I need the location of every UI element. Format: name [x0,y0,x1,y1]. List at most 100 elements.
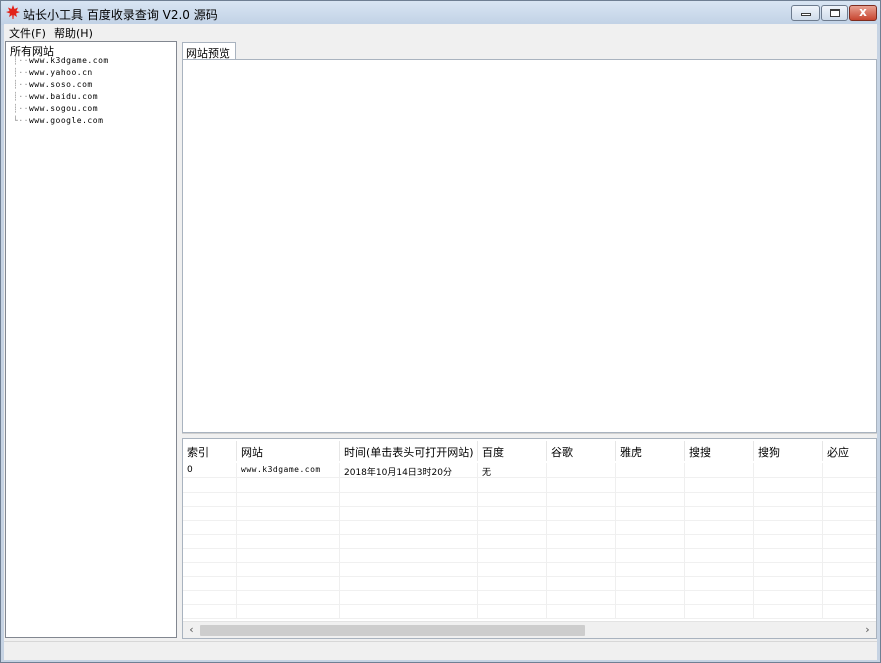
empty-cell [547,534,616,548]
column-header-baidu[interactable]: 百度 [478,441,547,461]
empty-table-row [183,534,876,549]
maximize-button[interactable] [821,5,848,21]
column-header-soso[interactable]: 搜搜 [685,441,754,461]
empty-cell [478,576,547,590]
column-header-site[interactable]: 网站 [237,441,340,461]
empty-cell [340,576,478,590]
red-maple-leaf-icon [6,5,20,19]
empty-cell [478,548,547,562]
table-header: 索引 网站 时间(单击表头可打开网站) 百度 谷歌 雅虎 搜搜 搜狗 必应 [183,441,876,461]
client-area: 文件(F) 帮助(H) 所有网站 ┊··www.k3dgame.com ┊··w… [4,24,877,660]
site-preview-pane[interactable] [182,59,877,433]
results-table[interactable]: 索引 网站 时间(单击表头可打开网站) 百度 谷歌 雅虎 搜搜 搜狗 必应 0 … [182,438,877,639]
tree-connector: ┊·· [13,104,29,113]
empty-cell [685,548,754,562]
menu-help[interactable]: 帮助(H) [54,25,93,41]
empty-table-row [183,604,876,619]
cell-index: 0 [183,463,237,477]
column-header-yahoo[interactable]: 雅虎 [616,441,685,461]
column-header-index[interactable]: 索引 [183,441,237,461]
empty-cell [183,590,237,604]
empty-cell [616,548,685,562]
tab-site-preview[interactable]: 网站预览 [182,42,236,60]
window-title: 站长小工具 百度收录查询 V2.0 源码 [23,8,218,22]
empty-table-row [183,506,876,521]
empty-cell [237,604,340,618]
column-header-time[interactable]: 时间(单击表头可打开网站) [340,441,478,461]
empty-cell [340,548,478,562]
scroll-right-arrow-icon[interactable]: › [859,622,876,638]
empty-cell [478,478,547,492]
site-tree[interactable]: 所有网站 ┊··www.k3dgame.com ┊··www.yahoo.cn … [5,41,177,638]
empty-cell [340,534,478,548]
empty-cell [183,506,237,520]
empty-cell [183,478,237,492]
tree-node-label: www.soso.com [28,80,93,89]
column-header-google[interactable]: 谷歌 [547,441,616,461]
tree-node[interactable]: ┊··www.baidu.com [13,92,98,101]
cell-site: www.k3dgame.com [237,463,340,477]
empty-cell [547,576,616,590]
tree-node[interactable]: └··www.google.com [13,116,103,125]
menu-bar: 文件(F) 帮助(H) [4,24,877,40]
tree-node[interactable]: ┊··www.sogou.com [13,104,98,113]
empty-cell [754,590,823,604]
empty-table-row [183,562,876,577]
empty-cell [616,506,685,520]
tree-node-label: www.baidu.com [28,92,99,101]
empty-cell [340,520,478,534]
tree-node[interactable]: ┊··www.soso.com [13,80,93,89]
minimize-button[interactable] [791,5,820,21]
empty-cell [237,562,340,576]
empty-cell [823,548,876,562]
empty-cell [237,520,340,534]
empty-cell [823,604,876,618]
empty-cell [616,604,685,618]
empty-cell [547,590,616,604]
empty-cell [685,506,754,520]
horizontal-scrollbar[interactable]: ‹ › [183,621,876,638]
tree-connector: ┊·· [13,92,29,101]
empty-cell [754,562,823,576]
empty-cell [547,506,616,520]
scroll-thumb[interactable] [200,625,585,636]
empty-table-row [183,590,876,605]
tree-node[interactable]: ┊··www.k3dgame.com [13,56,109,65]
close-button[interactable]: x [849,5,877,21]
empty-cell [183,492,237,506]
tree-node[interactable]: ┊··www.yahoo.cn [13,68,93,77]
title-bar[interactable]: 站长小工具 百度收录查询 V2.0 源码 x [1,1,880,25]
empty-cell [237,548,340,562]
cell-yahoo [616,463,685,477]
empty-table-row [183,492,876,507]
empty-cell [183,562,237,576]
tree-node-label: www.yahoo.cn [28,68,93,77]
empty-cell [754,492,823,506]
column-header-bing[interactable]: 必应 [823,441,876,461]
table-row[interactable]: 0 www.k3dgame.com 2018年10月14日3时20分 无 [183,463,876,478]
empty-cell [340,506,478,520]
empty-cell [478,604,547,618]
empty-cell [754,506,823,520]
empty-cell [616,520,685,534]
empty-cell [478,520,547,534]
empty-cell [616,576,685,590]
empty-cell [478,590,547,604]
empty-table-row [183,576,876,591]
empty-cell [340,590,478,604]
empty-cell [685,492,754,506]
empty-cell [823,506,876,520]
column-header-sogou[interactable]: 搜狗 [754,441,823,461]
empty-cell [237,506,340,520]
empty-cell [547,492,616,506]
menu-file[interactable]: 文件(F) [9,25,46,41]
empty-cell [478,506,547,520]
cell-baidu: 无 [478,463,547,478]
tree-node-label: www.google.com [28,116,104,125]
empty-cell [183,576,237,590]
empty-cell [616,562,685,576]
scroll-left-arrow-icon[interactable]: ‹ [183,622,200,638]
empty-cell [823,576,876,590]
empty-cell [183,604,237,618]
empty-cell [754,548,823,562]
